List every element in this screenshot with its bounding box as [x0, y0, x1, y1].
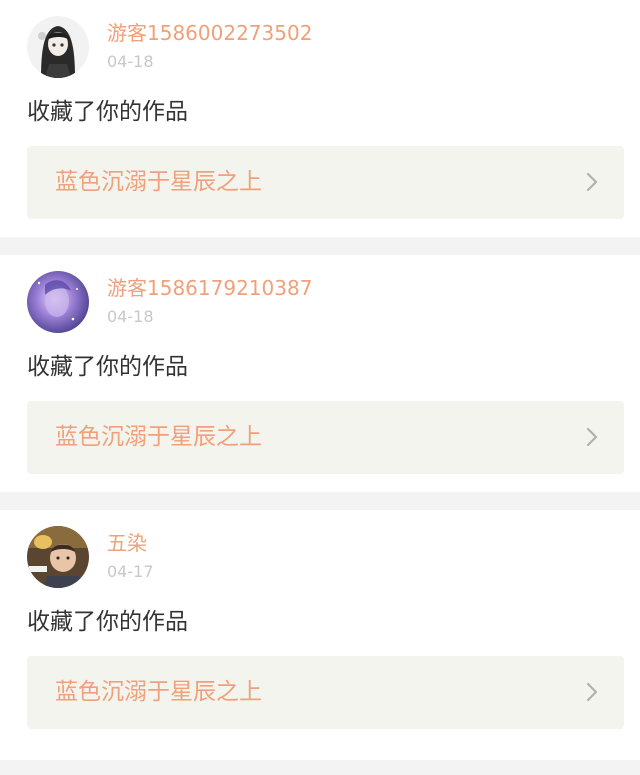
- work-link-card[interactable]: 蓝色沉溺于星辰之上: [27, 146, 624, 219]
- notification-date: 04-17: [107, 562, 154, 581]
- work-title: 蓝色沉溺于星辰之上: [55, 424, 262, 450]
- chevron-right-icon: [586, 172, 598, 192]
- work-title: 蓝色沉溺于星辰之上: [55, 169, 262, 195]
- notification-action-text: 收藏了你的作品: [27, 609, 188, 635]
- chevron-right-icon: [586, 427, 598, 447]
- username[interactable]: 游客1586179210387: [107, 275, 312, 301]
- work-title: 蓝色沉溺于星辰之上: [55, 679, 262, 705]
- username[interactable]: 游客1586002273502: [107, 20, 312, 46]
- notification-feed: 游客1586002273502 04-18 收藏了你的作品 蓝色沉溺于星辰之上: [0, 0, 640, 760]
- notification-item: 游客1586179210387 04-18 收藏了你的作品 蓝色沉溺于星辰之上: [0, 255, 640, 492]
- notification-date: 04-18: [107, 52, 154, 71]
- purple-galaxy-avatar-icon[interactable]: [27, 271, 89, 333]
- chevron-right-icon: [586, 682, 598, 702]
- work-link-card[interactable]: 蓝色沉溺于星辰之上: [27, 656, 624, 729]
- notification-item: 五染 04-17 收藏了你的作品 蓝色沉溺于星辰之上: [0, 510, 640, 760]
- notification-action-text: 收藏了你的作品: [27, 354, 188, 380]
- notification-date: 04-18: [107, 307, 154, 326]
- notification-action-text: 收藏了你的作品: [27, 99, 188, 125]
- child-photo-avatar-icon[interactable]: [27, 526, 89, 588]
- username[interactable]: 五染: [107, 530, 147, 556]
- notification-item: 游客1586002273502 04-18 收藏了你的作品 蓝色沉溺于星辰之上: [0, 0, 640, 237]
- work-link-card[interactable]: 蓝色沉溺于星辰之上: [27, 401, 624, 474]
- anime-girl-avatar-icon[interactable]: [27, 16, 89, 78]
